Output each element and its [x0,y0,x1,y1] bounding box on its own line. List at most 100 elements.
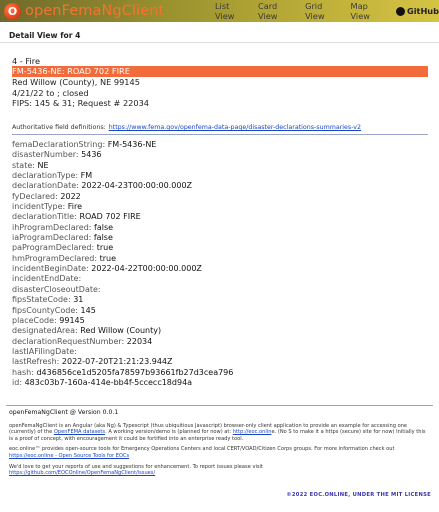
footer-version: openFemaNgClient @ Version 0.0.1 [9,409,119,416]
field-value: true [99,253,117,263]
field-row: id: 483c03b7-160a-414e-bb4f-5ccecc18d94a [12,377,193,387]
nav-card-view[interactable]: Card View [258,1,292,21]
brand[interactable]: O openFemaNgClient [4,0,164,22]
github-icon [396,6,406,16]
field-value: FM-5436-NE [107,140,157,149]
field-row: femaDeclarationString: FM-5436-NE [12,140,157,149]
summary-location: Red Willow (County), NE 99145 [12,77,140,88]
field-key: incidentEndDate [12,274,79,284]
field-row: fipsStateCode: 31 [12,295,84,305]
openfema-datasets-link[interactable]: OpenFEMA datasets [54,429,105,435]
field-key: fipsStateCode [12,295,68,305]
field-value: FM [80,171,93,181]
nav-github-link[interactable]: GitHub [396,6,439,16]
footer-eoc: eoc.online™ provides open-source tools f… [9,446,395,459]
field-row: fyDeclared: 2022 [12,191,81,201]
field-value: 2022 [60,191,81,201]
field-row: iaProgramDeclared: false [12,233,113,243]
field-key: declarationDate [12,181,77,191]
field-row: placeCode: 99145 [12,315,85,325]
nav-grid-view[interactable]: Grid View [305,1,337,21]
field-value: 483c03b7-160a-414e-bb4f-5ccecc18d94a [24,377,193,387]
field-key: ihProgramDeclared [12,222,89,232]
field-key: disasterCloseoutDate [12,284,98,294]
field-key: fyDeclared [12,191,56,201]
eoc-online-link[interactable]: https://eoc.online - Open Source Tools f… [9,453,129,459]
copyright[interactable]: ©2022 EOC.ONLINE, UNDER THE MIT LICENSE [286,492,431,498]
field-value: false [94,222,114,232]
top-bar: O openFemaNgClient List View Card View G… [0,0,439,22]
field-key: lastIAFilingDate [12,346,75,356]
field-row: incidentType: Fire [12,202,83,212]
field-key: declarationRequestNumber [12,336,122,346]
field-row: lastIAFilingDate: [12,346,77,356]
field-key: femaDeclarationString [12,140,103,149]
github-label: GitHub [407,6,439,16]
field-value: 99145 [59,315,85,325]
field-key: hash [12,367,32,377]
field-value: Red Willow (County) [80,326,162,336]
field-row: fipsCountyCode: 145 [12,305,96,315]
main-nav: List View Card View Grid View Map View G… [215,0,439,22]
field-value: 2022-04-22T00:00:00.000Z [91,264,202,274]
page-title: Detail View for 4 [9,31,81,40]
field-definitions: Authoritative field definitions: https://… [12,124,361,131]
field-value: NE [37,160,49,170]
field-value: 22034 [126,336,153,346]
footer-issues: We'd love to get your reports of use and… [9,463,263,477]
field-row: lastRefresh: 2022-07-20T21:21:23.944Z [12,357,173,367]
field-row: declarationDate: 2022-04-23T00:00:00.000… [12,181,193,191]
field-value: Fire [67,202,83,212]
field-key: incidentType [12,202,63,212]
page-header: Detail View for 4 [0,22,439,43]
field-key: disasterNumber [12,150,76,160]
field-key: iaProgramDeclared [12,233,89,243]
field-list: femaDeclarationString: FM-5436-NE disaste… [12,140,233,388]
field-row: incidentEndDate: [12,274,82,284]
field-key: placeCode [12,315,55,325]
field-value: true [96,243,114,253]
field-row: disasterNumber: 5436 [12,150,102,160]
field-row: declarationTitle: ROAD 702 FIRE [12,212,141,222]
field-key: state [12,160,33,170]
footer-about: openFemaNgClient is an Angular (aka Ng) … [9,422,426,442]
field-row: state: NE [12,160,49,170]
field-definitions-link[interactable]: https://www.fema.gov/openfema-data-page/… [109,124,361,131]
detail-summary: 4 - Fire FM-5436-NE: ROAD 702 FIRE Red W… [12,56,428,108]
summary-dates: 4/21/22 to ; closed [12,87,89,98]
summary-type: 4 - Fire [12,56,40,66]
field-key: declarationType [12,171,76,181]
field-key: fipsCountyCode [12,305,76,315]
field-row: designatedArea: Red Willow (County) [12,326,162,336]
field-row: incidentBeginDate: 2022-04-22T00:00:00.0… [12,264,202,274]
summary-fips: FIPS: 145 & 31; Request # 22034 [12,97,149,108]
field-definitions-label: Authoritative field definitions: [12,124,106,131]
field-key: lastRefresh [12,357,57,367]
field-value: 31 [73,295,84,305]
github-issues-link[interactable]: https://github.com/EOCOnline/OpenFemaNgC… [9,470,155,476]
field-row: ihProgramDeclared: false [12,222,114,232]
nav-map-view[interactable]: Map View [351,1,384,21]
field-row: disasterCloseoutDate: [12,284,101,294]
app-title: openFemaNgClient [25,3,165,19]
nav-list-view[interactable]: List View [215,1,245,21]
field-row: declarationType: FM [12,171,93,181]
field-value: 2022-04-23T00:00:00.000Z [81,181,193,191]
footer-divider [6,405,433,406]
field-value: 5436 [81,150,102,160]
field-value: 2022-07-20T21:21:23.944Z [61,357,173,367]
field-row: hmProgramDeclared: true [12,253,117,263]
field-value: false [93,233,113,243]
field-row: hash: d436856ce1d5205fa78597b93661fb27d3… [12,367,234,377]
field-key: declarationTitle [12,212,75,222]
field-value: d436856ce1d5205fa78597b93661fb27d3cea796 [36,367,234,377]
field-key: hmProgramDeclared [12,253,95,263]
field-value: 145 [80,305,96,315]
demo-link[interactable]: http://eoc.onlin [233,429,272,435]
footer: openFemaNgClient @ Version 0.0.1 openFem… [9,409,431,481]
app-logo-icon: O [4,2,21,20]
field-row: declarationRequestNumber: 22034 [12,336,153,346]
field-key: incidentBeginDate [12,264,87,274]
divider [12,134,428,135]
field-key: designatedArea [12,326,75,336]
